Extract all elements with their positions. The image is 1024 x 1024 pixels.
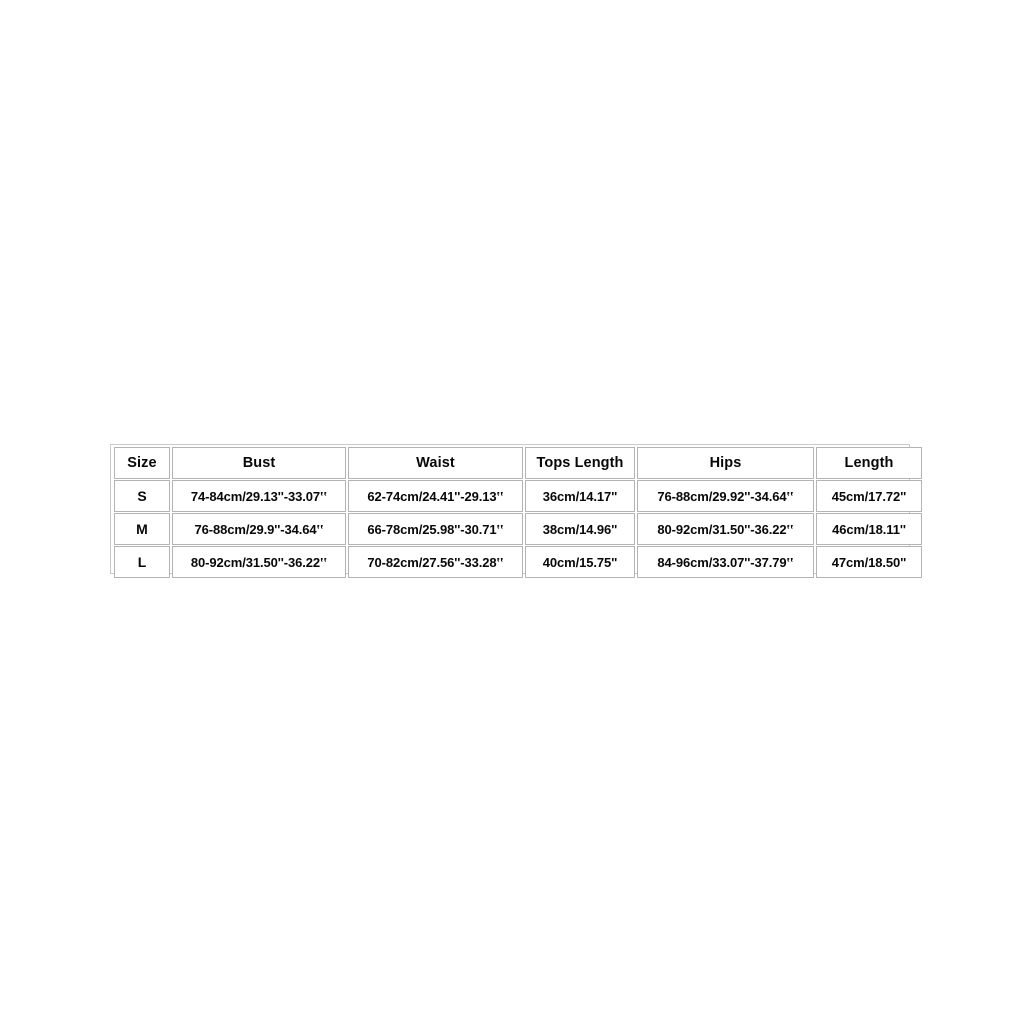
cell-waist: 66-78cm/25.98''-30.71‛‛ [348, 513, 523, 545]
column-header-waist: Waist [348, 447, 523, 479]
cell-waist: 62-74cm/24.41''-29.13‛‛ [348, 480, 523, 512]
table-row: M 76-88cm/29.9''-34.64‛‛ 66-78cm/25.98''… [114, 513, 922, 545]
table-row: L 80-92cm/31.50''-36.22‛‛ 70-82cm/27.56'… [114, 546, 922, 578]
cell-tops-length: 36cm/14.17'' [525, 480, 635, 512]
cell-tops-length: 40cm/15.75'' [525, 546, 635, 578]
size-chart-table: Size Bust Waist Tops Length Hips Length … [112, 446, 924, 579]
cell-bust: 76-88cm/29.9''-34.64‛‛ [172, 513, 346, 545]
column-header-tops-length: Tops Length [525, 447, 635, 479]
cell-hips: 76-88cm/29.92''-34.64‛‛ [637, 480, 814, 512]
cell-size: L [114, 546, 170, 578]
cell-length: 47cm/18.50'' [816, 546, 922, 578]
cell-tops-length: 38cm/14.96'' [525, 513, 635, 545]
cell-hips: 80-92cm/31.50''-36.22‛‛ [637, 513, 814, 545]
column-header-hips: Hips [637, 447, 814, 479]
table-header-row: Size Bust Waist Tops Length Hips Length [114, 447, 922, 479]
size-chart: Size Bust Waist Tops Length Hips Length … [110, 444, 922, 578]
cell-bust: 74-84cm/29.13''-33.07‛‛ [172, 480, 346, 512]
cell-bust: 80-92cm/31.50''-36.22‛‛ [172, 546, 346, 578]
column-header-length: Length [816, 447, 922, 479]
cell-length: 45cm/17.72'' [816, 480, 922, 512]
cell-hips: 84-96cm/33.07''-37.79‛‛ [637, 546, 814, 578]
cell-size: M [114, 513, 170, 545]
cell-size: S [114, 480, 170, 512]
table-row: S 74-84cm/29.13''-33.07‛‛ 62-74cm/24.41'… [114, 480, 922, 512]
cell-length: 46cm/18.11'' [816, 513, 922, 545]
column-header-size: Size [114, 447, 170, 479]
cell-waist: 70-82cm/27.56''-33.28‛‛ [348, 546, 523, 578]
column-header-bust: Bust [172, 447, 346, 479]
